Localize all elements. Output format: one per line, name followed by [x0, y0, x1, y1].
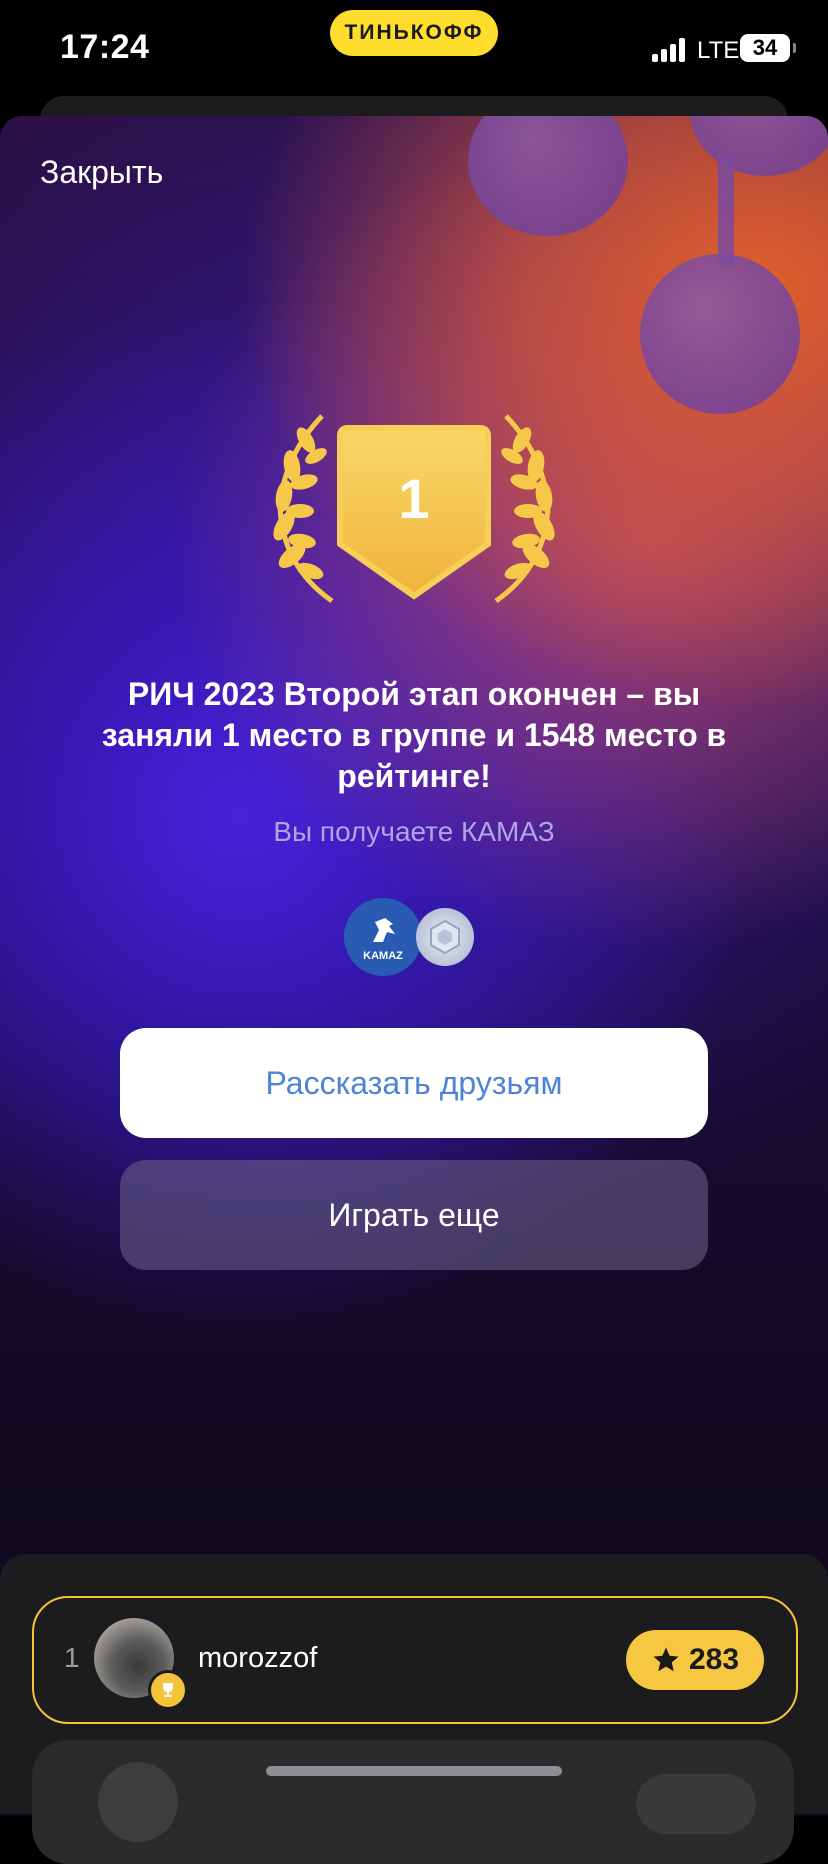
branch-decoration	[718, 156, 734, 266]
reward-logos: KAMAZ	[344, 898, 474, 978]
score-value: 283	[688, 1643, 740, 1676]
result-title: РИЧ 2023 Второй этап окончен – вы заняли…	[101, 676, 727, 794]
signal-icon	[652, 38, 688, 62]
pomegranate-decoration	[690, 116, 828, 176]
place-number: 1	[398, 467, 429, 530]
score-badge	[636, 1774, 756, 1834]
play-again-button[interactable]: Играть еще	[120, 1160, 708, 1270]
kamaz-logo: KAMAZ	[344, 898, 422, 976]
laurel-right-icon	[494, 414, 555, 604]
status-bar: 17:24 ТИНЬКОФФ LTE 34	[0, 0, 828, 110]
share-button[interactable]: Рассказать друзьям	[120, 1028, 708, 1138]
score-badge: 283	[626, 1630, 764, 1690]
home-indicator[interactable]	[266, 1766, 562, 1776]
brand-pill: ТИНЬКОФФ	[330, 10, 498, 56]
row-rank: 1	[64, 1642, 80, 1673]
leaderboard-row[interactable]: 1 morozzof 283	[32, 1596, 798, 1724]
close-button[interactable]: Закрыть	[40, 154, 163, 191]
pomegranate-decoration	[468, 116, 628, 236]
first-place-award: 1	[273, 414, 555, 604]
horse-icon	[373, 918, 395, 942]
badge-icon	[416, 908, 474, 966]
reward-subtitle: Вы получаете КАМАЗ	[273, 816, 555, 847]
avatar	[98, 1762, 178, 1842]
laurel-left-icon	[273, 414, 334, 604]
battery-icon: 34	[740, 34, 796, 62]
network-type: LTE	[697, 37, 740, 64]
row-username: morozzof	[198, 1642, 318, 1674]
leaderboard-row[interactable]	[32, 1740, 794, 1864]
status-time: 17:24	[60, 28, 150, 66]
pomegranate-decoration	[640, 254, 800, 414]
star-icon	[653, 1647, 679, 1672]
kamaz-logo-text: KAMAZ	[363, 950, 403, 962]
trophy-icon	[148, 1670, 188, 1710]
